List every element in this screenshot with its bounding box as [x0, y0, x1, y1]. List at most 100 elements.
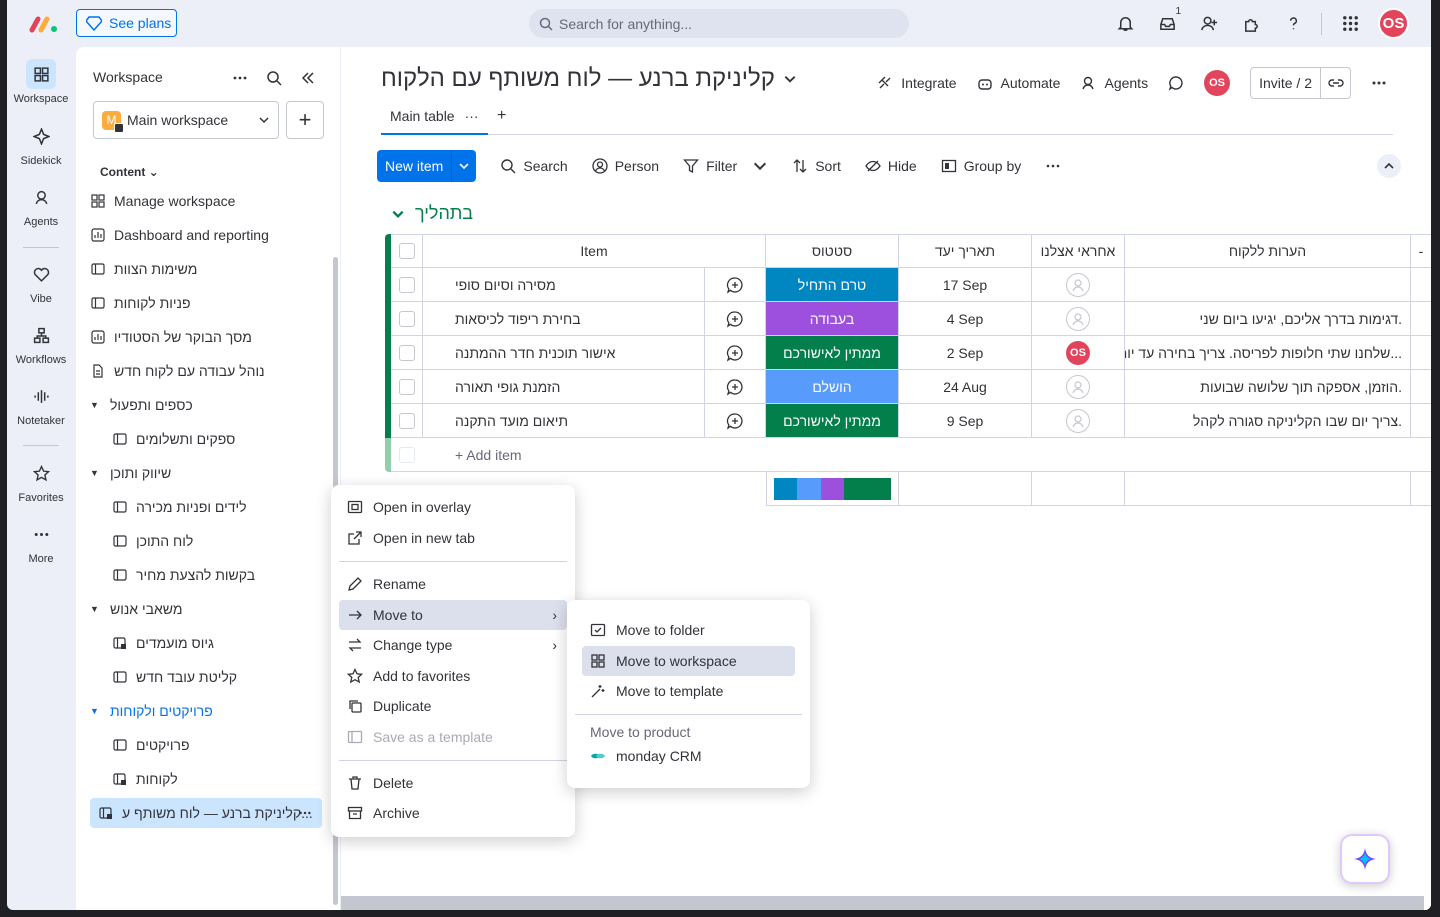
- sort-button[interactable]: Sort: [792, 158, 841, 174]
- add-update-icon[interactable]: [726, 412, 744, 430]
- ai-assistant-button[interactable]: [1340, 834, 1390, 884]
- collapse-header-icon[interactable]: [1377, 154, 1401, 178]
- more-toolbar-icon[interactable]: [1045, 158, 1061, 174]
- owner-cell[interactable]: [1032, 302, 1125, 336]
- menu-item-open-new-tab[interactable]: Open in new tab: [339, 523, 567, 553]
- owner-cell[interactable]: OS: [1032, 336, 1125, 370]
- search-button[interactable]: Search: [500, 158, 568, 174]
- invite-button[interactable]: Invite / 2: [1250, 67, 1351, 99]
- sidebar-folder[interactable]: ▼ משאבי אנוש: [90, 594, 322, 624]
- table-row[interactable]: הזמנת גופי תאורה הושלם 24 Aug הוזמן, אספ…: [385, 370, 1431, 404]
- status-cell[interactable]: הושלם: [766, 370, 899, 404]
- menu-item-open-overlay[interactable]: Open in overlay: [339, 492, 567, 522]
- filter-button[interactable]: Filter: [683, 158, 768, 174]
- item-name-cell[interactable]: אישור תוכנית חדר ההמתנה: [423, 336, 704, 370]
- global-search-input[interactable]: Search for anything...: [529, 9, 909, 38]
- sidebar-item-board[interactable]: לוח התוכן: [90, 526, 322, 556]
- sidebar-item-board[interactable]: פניות לקוחות: [90, 288, 322, 318]
- person-filter-button[interactable]: Person: [592, 158, 659, 174]
- add-column-button[interactable]: -: [1411, 234, 1431, 268]
- hide-button[interactable]: Hide: [865, 158, 917, 174]
- column-header-item[interactable]: Item: [423, 234, 766, 268]
- tab-main-table[interactable]: Main table ···: [381, 105, 488, 135]
- chevron-down-icon[interactable]: [752, 158, 768, 174]
- notifications-bell-icon[interactable]: [1111, 9, 1139, 39]
- group-title[interactable]: בתהליך: [391, 203, 473, 224]
- copy-link-icon[interactable]: [1320, 68, 1350, 98]
- add-update-icon[interactable]: [726, 378, 744, 396]
- column-header-owner[interactable]: אחראי אצלנו: [1032, 234, 1125, 268]
- help-icon[interactable]: [1279, 9, 1307, 39]
- menu-item-move-workspace[interactable]: Move to workspace: [582, 646, 795, 676]
- date-cell[interactable]: 24 Aug: [899, 370, 1032, 404]
- automate-button[interactable]: Automate: [977, 75, 1060, 91]
- status-cell[interactable]: בעבודה: [766, 302, 899, 336]
- notes-cell[interactable]: שלחנו שתי חלופות לפריסה. צריך בחירה עד י…: [1125, 336, 1411, 370]
- rail-item-vibe[interactable]: Vibe: [7, 259, 75, 305]
- table-row[interactable]: אישור תוכנית חדר ההמתנה ממתין לאישורכם 2…: [385, 336, 1431, 370]
- group-by-button[interactable]: Group by: [941, 158, 1021, 174]
- item-name-cell[interactable]: תיאום מועד התקנה: [423, 404, 704, 438]
- rail-item-sidekick[interactable]: Sidekick: [7, 121, 75, 167]
- sidebar-item-dashboard[interactable]: Dashboard and reporting: [90, 220, 322, 250]
- status-cell[interactable]: ממתין לאישורכם: [766, 336, 899, 370]
- rail-item-favorites[interactable]: Favorites: [7, 458, 75, 504]
- rail-item-notetaker[interactable]: Notetaker: [7, 381, 75, 427]
- column-header-notes[interactable]: הערות ללקוח: [1125, 234, 1411, 268]
- sidebar-item-current-board[interactable]: קליניקת ברנע — לוח משותף ע...: [90, 798, 322, 828]
- agents-button[interactable]: Agents: [1080, 75, 1148, 91]
- workspace-options-icon[interactable]: [228, 67, 252, 89]
- item-name-cell[interactable]: מסירה וסיום סופי: [423, 268, 704, 302]
- column-header-status[interactable]: סטטוס: [766, 234, 899, 268]
- add-view-button[interactable]: +: [497, 107, 506, 125]
- notes-cell[interactable]: הוזמן, אספקה תוך שלושה שבועות.: [1125, 370, 1411, 404]
- add-update-icon[interactable]: [726, 276, 744, 294]
- menu-item-add-favorites[interactable]: Add to favorites: [339, 661, 567, 691]
- board-options-icon[interactable]: [1371, 75, 1387, 91]
- notes-cell[interactable]: [1125, 268, 1411, 302]
- monday-logo[interactable]: [29, 14, 59, 34]
- sidebar-item-board[interactable]: קליטת עובד חדש: [90, 662, 322, 692]
- menu-item-move-folder[interactable]: Move to folder: [582, 615, 795, 645]
- sidebar-item-board[interactable]: בקשות להצעת מחיר: [90, 560, 322, 590]
- workspace-selector[interactable]: M Main workspace: [93, 101, 279, 139]
- new-item-button[interactable]: New item: [377, 150, 477, 182]
- menu-item-move-template[interactable]: Move to template: [582, 676, 795, 706]
- sidebar-item-board-shared[interactable]: גיוס מועמדים: [90, 628, 322, 658]
- sidebar-item-board-shared[interactable]: לקוחות: [90, 764, 322, 794]
- collapse-panel-icon[interactable]: [296, 67, 320, 89]
- menu-item-move-to[interactable]: Move to ›: [339, 600, 567, 630]
- date-cell[interactable]: 2 Sep: [899, 336, 1032, 370]
- row-checkbox[interactable]: [398, 378, 415, 395]
- board-title[interactable]: קליניקת ברנע — לוח משותף עם הלקוח: [381, 65, 797, 93]
- apps-grid-icon[interactable]: [1336, 9, 1364, 39]
- row-checkbox[interactable]: [398, 310, 415, 327]
- add-item-input[interactable]: + Add item: [423, 438, 1431, 472]
- sidebar-folder[interactable]: ▼ כספים ותפעול: [90, 390, 322, 420]
- user-avatar[interactable]: OS: [1378, 8, 1409, 39]
- notes-cell[interactable]: צריך יום שבו הקליניקה סגורה לקהל.: [1125, 404, 1411, 438]
- add-item-button[interactable]: +: [286, 101, 324, 139]
- see-plans-button[interactable]: See plans: [76, 9, 177, 37]
- owner-cell[interactable]: [1032, 370, 1125, 404]
- item-name-cell[interactable]: בחירת ריפוד לכיסאות: [423, 302, 704, 336]
- board-member-avatar[interactable]: OS: [1204, 70, 1231, 96]
- sidebar-item-board[interactable]: לידים ופניות מכירה: [90, 492, 322, 522]
- sidebar-item-board[interactable]: פרויקטים: [90, 730, 322, 760]
- sidebar-folder[interactable]: ▼ שיווק ותוכן: [90, 458, 322, 488]
- menu-item-delete[interactable]: Delete: [339, 768, 567, 798]
- menu-item-change-type[interactable]: Change type ›: [339, 630, 567, 660]
- horizontal-scrollbar[interactable]: [341, 896, 1424, 910]
- content-section-toggle[interactable]: Content ⌄: [100, 165, 159, 179]
- rail-item-workflows[interactable]: Workflows: [7, 320, 75, 366]
- sidebar-item-dashboard[interactable]: מסך הבוקר של הסטודיו: [90, 322, 322, 352]
- rail-item-agents[interactable]: Agents: [7, 182, 75, 228]
- sidebar-item-board[interactable]: משימות הצוות: [90, 254, 322, 284]
- status-summary-cell[interactable]: [766, 472, 899, 506]
- integrate-button[interactable]: Integrate: [877, 75, 957, 91]
- item-name-cell[interactable]: הזמנת גופי תאורה: [423, 370, 704, 404]
- menu-item-monday-crm[interactable]: monday CRM: [582, 741, 795, 771]
- menu-item-archive[interactable]: Archive: [339, 798, 567, 828]
- date-cell[interactable]: 17 Sep: [899, 268, 1032, 302]
- add-update-icon[interactable]: [726, 310, 744, 328]
